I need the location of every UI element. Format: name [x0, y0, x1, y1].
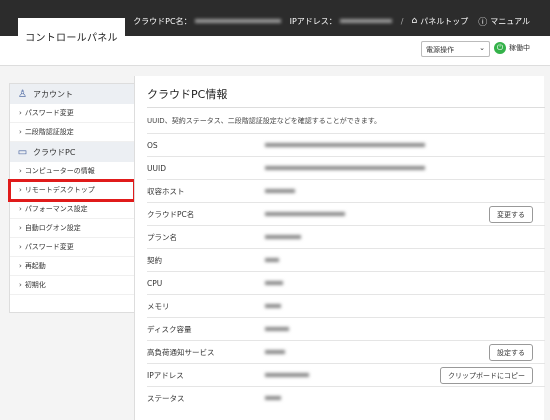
page-description: UUID、契約ステータス、二段階認証設定などを確認することができます。 [147, 117, 382, 125]
row-label: 契約 [147, 255, 162, 265]
info-row-uuid: UUID [147, 156, 545, 179]
row-label: クラウドPC名 [147, 209, 195, 219]
chevron-right-icon: › [19, 128, 22, 136]
copy-to-clipboard-button[interactable]: クリップボードにコピー [440, 367, 533, 384]
power-operation-select[interactable]: 電源操作 ⌄ [421, 41, 490, 57]
sidebar-item-label: リモートデスクトップ [24, 186, 95, 194]
sidebar-item-label: 自動ログオン設定 [24, 224, 81, 232]
power-icon: ⏻ [494, 42, 506, 54]
chevron-right-icon: › [19, 243, 22, 251]
row-value-redacted [265, 212, 345, 216]
info-row-host: 収容ホスト [147, 179, 545, 202]
sidebar-item-performance[interactable]: › パフォーマンス設定 [10, 200, 134, 219]
logo[interactable]: コントロールパネル [18, 18, 125, 54]
sidebar-section-title: アカウント [33, 89, 73, 99]
row-label: ディスク容量 [147, 324, 192, 334]
row-value-redacted [265, 258, 279, 262]
sidebar-item-initialize[interactable]: › 初期化 [10, 276, 134, 295]
info-row-memory: メモリ [147, 294, 545, 317]
sidebar-item-label: 再起動 [24, 262, 46, 270]
row-label: UUID [147, 163, 166, 173]
info-table: OS UUID 収容ホスト クラウドPC名 変更する プラン名 契約 CPU メ… [147, 133, 545, 409]
row-value-redacted [265, 327, 289, 331]
sidebar-item-label: 初期化 [24, 281, 46, 289]
sidebar-item-restart[interactable]: › 再起動 [10, 257, 134, 276]
sidebar-item-computer-info[interactable]: › コンピューターの情報 [10, 162, 134, 181]
sidebar-section-cloud-pc: ▭ クラウドPC [10, 142, 134, 162]
row-label: CPU [147, 278, 163, 288]
row-label: OS [147, 140, 158, 150]
chevron-right-icon: › [19, 281, 22, 289]
sidebar-item-label: パフォーマンス設定 [24, 205, 88, 213]
row-value-redacted [265, 304, 281, 308]
panel-top-link[interactable]: パネルトップ [420, 16, 468, 27]
chevron-right-icon: › [19, 167, 22, 175]
power-select-value: 電源操作 [426, 46, 454, 54]
ip-address-label: IPアドレス： [289, 16, 337, 26]
info-row-disk: ディスク容量 [147, 317, 545, 340]
sidebar-item-two-factor[interactable]: › 二段階認証設定 [10, 123, 134, 142]
row-value-redacted [265, 189, 295, 193]
info-row-cloud-pc-name: クラウドPC名 変更する [147, 202, 545, 225]
main-panel: クラウドPC情報 UUID、契約ステータス、二段階認証設定などを確認することがで… [134, 76, 545, 420]
chevron-right-icon: › [19, 224, 22, 232]
sidebar-item-password-change[interactable]: › パスワード変更 [10, 104, 134, 123]
row-label: IPアドレス [147, 370, 184, 380]
sidebar-item-remote-desktop[interactable]: › リモートデスクトップ [8, 179, 136, 202]
title-divider [147, 107, 545, 108]
monitor-icon: ▭ [17, 146, 28, 158]
row-value-redacted [265, 396, 281, 400]
info-row-contract: 契約 [147, 248, 545, 271]
ip-address-value-redacted [339, 19, 392, 23]
info-row-high-load: 高負荷通知サービス 設定する [147, 340, 545, 363]
row-label: プラン名 [147, 232, 177, 242]
help-icon: ⓘ [478, 17, 488, 28]
sidebar-section-title: クラウドPC [33, 147, 76, 157]
user-icon: ♙ [18, 88, 27, 100]
sidebar-item-label: 二段階認証設定 [24, 128, 74, 136]
sidebar-item-label: パスワード変更 [24, 109, 74, 117]
info-row-plan: プラン名 [147, 225, 545, 248]
row-value-redacted [265, 235, 301, 239]
home-icon: ⌂ [411, 16, 418, 26]
chevron-right-icon: › [19, 262, 22, 270]
sidebar-item-auto-logon[interactable]: › 自動ログオン設定 [10, 219, 134, 238]
manual-link[interactable]: マニュアル [490, 16, 530, 27]
row-value-redacted [265, 281, 283, 285]
cloud-pc-name-value-redacted [194, 19, 281, 23]
chevron-down-icon: ⌄ [479, 44, 485, 52]
info-row-cpu: CPU [147, 271, 545, 294]
change-name-button[interactable]: 変更する [489, 206, 533, 223]
sidebar-item-pc-password-change[interactable]: › パスワード変更 [10, 238, 134, 257]
info-row-status: ステータス [147, 386, 545, 409]
info-row-os: OS [147, 133, 545, 156]
row-value-redacted [265, 166, 425, 170]
status-label: 稼働中 [509, 44, 530, 52]
row-value-redacted [265, 143, 425, 147]
sidebar-item-label: パスワード変更 [24, 243, 74, 251]
chevron-right-icon: › [19, 109, 22, 117]
row-label: 高負荷通知サービス [147, 347, 215, 357]
row-value-redacted [265, 350, 285, 354]
page-title: クラウドPC情報 [147, 88, 228, 101]
sidebar-item-label: コンピューターの情報 [24, 167, 95, 175]
row-label: メモリ [147, 301, 170, 311]
cloud-pc-name-label: クラウドPC名： [133, 16, 192, 26]
status-indicator: ⏻ 稼働中 [494, 42, 530, 54]
sidebar-section-account: ♙ アカウント [10, 84, 134, 104]
chevron-right-icon: › [19, 205, 22, 213]
row-label: 収容ホスト [147, 186, 185, 196]
row-label: ステータス [147, 393, 185, 403]
header-info: クラウドPC名： IPアドレス： / ⌂ パネルトップ ⓘ マニュアル [133, 14, 530, 28]
chevron-right-icon: › [19, 186, 22, 194]
row-value-redacted [265, 373, 309, 377]
info-row-ip: IPアドレス クリップボードにコピー [147, 363, 545, 386]
configure-notification-button[interactable]: 設定する [489, 344, 533, 361]
sidebar: ♙ アカウント › パスワード変更 › 二段階認証設定 ▭ クラウドPC › コ… [8, 83, 136, 313]
header-separator: / [400, 16, 404, 26]
